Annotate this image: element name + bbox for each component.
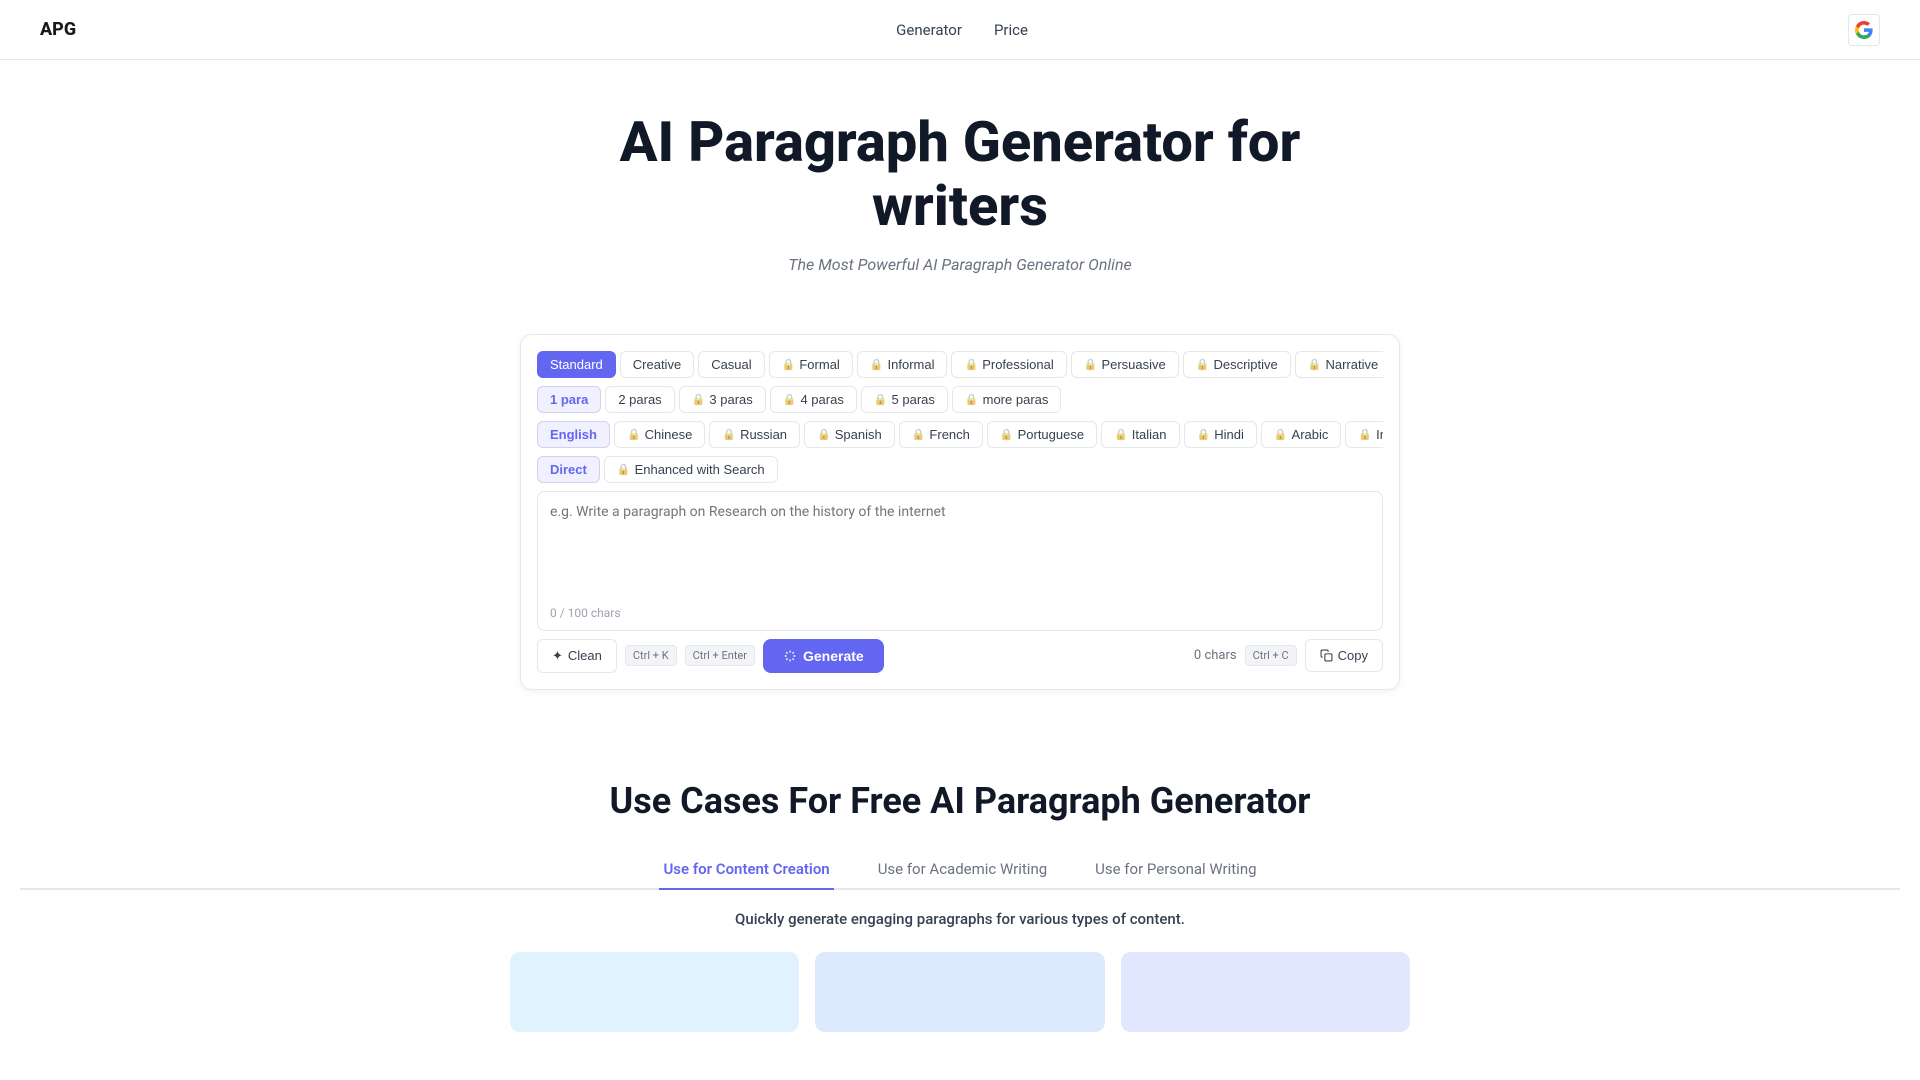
- style-tab-informal[interactable]: 🔒Informal: [857, 351, 948, 378]
- lang-tab-indonesian[interactable]: 🔒Indonesian: [1345, 421, 1383, 448]
- copy-button[interactable]: Copy: [1305, 639, 1383, 672]
- hero-subtitle: The Most Powerful AI Paragraph Generator…: [20, 255, 1900, 274]
- style-tab-persuasive[interactable]: 🔒Persuasive: [1071, 351, 1179, 378]
- para-tab-more[interactable]: 🔒more paras: [952, 386, 1061, 413]
- lang-tab-portuguese[interactable]: 🔒Portuguese: [987, 421, 1097, 448]
- lang-tab-russian[interactable]: 🔒Russian: [709, 421, 800, 448]
- nav-generator[interactable]: Generator: [896, 21, 962, 39]
- para-tab-1[interactable]: 1 para: [537, 386, 601, 413]
- para-tabs-row: 1 para 2 paras 🔒3 paras 🔒4 paras 🔒5 para…: [537, 386, 1383, 413]
- lang-tab-spanish[interactable]: 🔒Spanish: [804, 421, 895, 448]
- clean-button[interactable]: ✦ Clean: [537, 639, 617, 673]
- lang-tab-english[interactable]: English: [537, 421, 610, 448]
- hero-title: AI Paragraph Generator for writers: [585, 110, 1335, 239]
- lang-tab-french[interactable]: 🔒French: [899, 421, 983, 448]
- para-tab-2[interactable]: 2 paras: [605, 386, 674, 413]
- para-tab-5[interactable]: 🔒5 paras: [861, 386, 948, 413]
- prompt-textarea[interactable]: [550, 504, 1370, 604]
- copy-icon: [1320, 649, 1333, 662]
- copy-shortcut-badge: Ctrl + C: [1245, 645, 1297, 666]
- google-icon[interactable]: [1848, 14, 1880, 46]
- generate-icon: [783, 649, 797, 663]
- mode-tab-enhanced[interactable]: 🔒Enhanced with Search: [604, 456, 778, 483]
- style-tab-standard[interactable]: Standard: [537, 351, 616, 378]
- use-cases-description: Quickly generate engaging paragraphs for…: [20, 910, 1900, 928]
- clean-shortcut-badge: Ctrl + K: [625, 645, 677, 666]
- para-tab-4[interactable]: 🔒4 paras: [770, 386, 857, 413]
- clean-icon: ✦: [552, 648, 563, 664]
- use-case-tab-content[interactable]: Use for Content Creation: [659, 850, 833, 890]
- nav-price[interactable]: Price: [994, 21, 1028, 39]
- logo: APG: [40, 19, 76, 40]
- left-actions: ✦ Clean Ctrl + K Ctrl + Enter Generate: [537, 639, 884, 673]
- para-tab-3[interactable]: 🔒3 paras: [679, 386, 766, 413]
- chars-info: 0 chars: [1194, 648, 1237, 663]
- hero-section: AI Paragraph Generator for writers The M…: [0, 60, 1920, 304]
- use-case-tab-academic[interactable]: Use for Academic Writing: [874, 850, 1051, 890]
- language-tabs-row: English 🔒Chinese 🔒Russian 🔒Spanish 🔒Fren…: [537, 421, 1383, 448]
- style-tab-creative[interactable]: Creative: [620, 351, 694, 378]
- use-cases-tabs: Use for Content Creation Use for Academi…: [20, 850, 1900, 890]
- use-cases-section: Use Cases For Free AI Paragraph Generato…: [0, 720, 1920, 1072]
- generate-button[interactable]: Generate: [763, 639, 884, 673]
- use-case-tab-personal[interactable]: Use for Personal Writing: [1091, 850, 1260, 890]
- action-row: ✦ Clean Ctrl + K Ctrl + Enter Generate 0…: [537, 639, 1383, 673]
- lang-tab-italian[interactable]: 🔒Italian: [1101, 421, 1179, 448]
- right-actions: 0 chars Ctrl + C Copy: [1194, 639, 1383, 672]
- use-cases-cards: [510, 952, 1410, 1032]
- lang-tab-arabic[interactable]: 🔒Arabic: [1261, 421, 1342, 448]
- mode-tabs-row: Direct 🔒Enhanced with Search: [537, 456, 1383, 483]
- generate-shortcut-badge: Ctrl + Enter: [685, 645, 755, 666]
- style-tab-professional[interactable]: 🔒Professional: [951, 351, 1066, 378]
- lang-tab-hindi[interactable]: 🔒Hindi: [1184, 421, 1257, 448]
- textarea-wrap: 0 / 100 chars: [537, 491, 1383, 631]
- style-tab-casual[interactable]: Casual: [698, 351, 764, 378]
- lang-tab-chinese[interactable]: 🔒Chinese: [614, 421, 705, 448]
- use-case-card-2: [815, 952, 1104, 1032]
- use-case-card-1: [510, 952, 799, 1032]
- nav: Generator Price: [896, 21, 1028, 39]
- use-cases-title: Use Cases For Free AI Paragraph Generato…: [20, 780, 1900, 822]
- generator-container: Standard Creative Casual 🔒Formal 🔒Inform…: [520, 334, 1400, 690]
- style-tab-formal[interactable]: 🔒Formal: [769, 351, 853, 378]
- style-tab-narrative[interactable]: 🔒Narrative: [1295, 351, 1383, 378]
- header: APG Generator Price: [0, 0, 1920, 60]
- style-tabs-row: Standard Creative Casual 🔒Formal 🔒Inform…: [537, 351, 1383, 378]
- mode-tab-direct[interactable]: Direct: [537, 456, 600, 483]
- style-tab-descriptive[interactable]: 🔒Descriptive: [1183, 351, 1291, 378]
- char-count: 0 / 100 chars: [550, 606, 621, 620]
- use-case-card-3: [1121, 952, 1410, 1032]
